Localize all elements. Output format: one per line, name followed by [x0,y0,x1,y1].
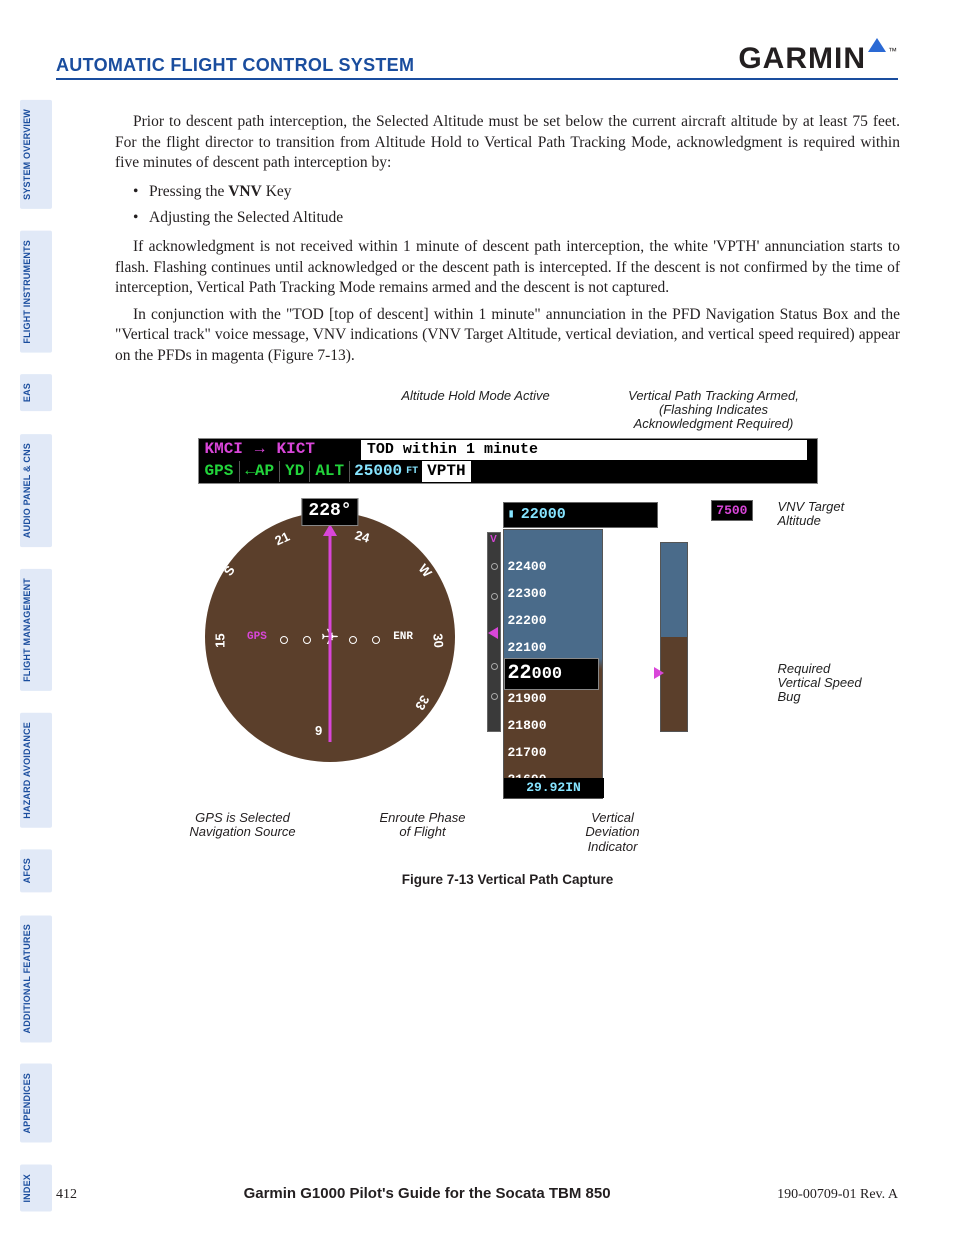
bullet-list: Pressing the VNV Key Adjusting the Selec… [149,182,900,229]
current-altitude-readout: 22000 [504,658,599,691]
logo-text: GARMIN [738,42,866,76]
cdi-dot [349,636,357,644]
garmin-logo: GARMIN ™ [738,42,898,76]
section-title: AUTOMATIC FLIGHT CONTROL SYSTEM [56,55,414,76]
page-footer: 412 Garmin G1000 Pilot's Guide for the S… [56,1185,898,1203]
hsi-instrument: 228° 21 24 W 30 33 S 15 9 GPS ENR ✈ [198,502,463,799]
page-number: 412 [56,1187,77,1203]
compass-15: 15 [212,633,229,647]
side-tabs: SYSTEM OVERVIEW FLIGHT INSTRUMENTS EAS A… [20,100,52,1211]
callout-alt-hold: Altitude Hold Mode Active [346,389,606,432]
hsi-enr-label: ENR [393,630,413,645]
footer-revision: 190-00709-01 Rev. A [777,1187,898,1203]
vdi-indicator: V [487,532,501,732]
vsi-mark: 4 [689,554,696,570]
ap-indicator: ←AP [239,461,280,482]
callout-vnv-target: VNV Target Altitude [778,500,868,529]
callout-gps-source: GPS is Selected Navigation Source [188,811,298,856]
vsi-indicator: 4 2 2 4 [660,512,700,762]
tape-tick: 22400 [508,558,547,575]
compass-24: 24 [353,526,371,546]
vdi-dot [491,693,498,700]
compass-9: 9 [315,722,322,739]
bullet-1-key: VNV [228,183,262,200]
tod-annunciation: TOD within 1 minute [361,440,807,460]
tab-afcs[interactable]: AFCS [20,849,52,892]
selected-altitude-value: 22000 [521,505,566,525]
baro-setting: 29.92IN [504,778,604,797]
content-column: Prior to descent path interception, the … [115,112,900,901]
tape-tick: 22200 [508,612,547,629]
paragraph-2: If acknowledgment is not received within… [115,237,900,299]
alt-mode-unit: FT [406,465,422,478]
tape-tick: 22100 [508,639,547,656]
callout-req-vs-bug: Required Vertical Speed Bug [778,662,868,705]
cdi-dot [303,636,311,644]
tab-flight-instruments[interactable]: FLIGHT INSTRUMENTS [20,231,52,353]
vpth-annunciation: VPTH [422,461,470,482]
cdi-dot [280,636,288,644]
callout-enroute: Enroute Phase of Flight [378,811,468,856]
compass-30: 30 [429,632,447,648]
logo-trademark: ™ [888,46,898,56]
vsi-mark: 2 [689,600,696,616]
alt-mode-value: 25000 [350,461,406,482]
vs-bug-icon [654,667,664,679]
tab-system-overview[interactable]: SYSTEM OVERVIEW [20,100,52,209]
tape-tick: 21800 [508,717,547,734]
page-header: AUTOMATIC FLIGHT CONTROL SYSTEM GARMIN ™ [56,42,898,80]
tape-tick: 22300 [508,585,547,602]
compass-s: S [220,562,239,579]
tab-index[interactable]: INDEX [20,1165,52,1212]
pfd-status-bar: KMCI → KICT TOD within 1 minute GPS ←AP … [198,438,818,484]
tape-tick: 21900 [508,690,547,707]
cdi-dot [372,636,380,644]
bullet-1-pre: Pressing the [149,183,228,200]
tab-flight-management[interactable]: FLIGHT MANAGEMENT [20,569,52,691]
tab-appendices[interactable]: APPENDICES [20,1064,52,1143]
yd-indicator: YD [280,461,310,482]
compass-w: W [414,560,435,581]
tab-additional-features[interactable]: ADDITIONAL FEATURES [20,915,52,1042]
selected-altitude-box: ▮ 22000 [503,502,658,528]
compass-33: 33 [411,692,433,713]
tab-audio-panel-cns[interactable]: AUDIO PANEL & CNS [20,434,52,547]
logo-triangle-icon [868,38,886,52]
compass-21: 21 [272,527,292,549]
vsi-mark: 4 [689,712,696,728]
tab-eas[interactable]: EAS [20,374,52,411]
vsi-mark: 2 [689,667,696,683]
nav-source-gps: GPS [199,461,240,482]
bullet-vnv-key: Pressing the VNV Key [149,182,900,203]
alt-readout-thousands: 22 [508,662,532,685]
alt-bug-icon: ▮ [508,507,515,523]
callout-vpth-armed: Vertical Path Tracking Armed, (Flashing … [614,389,814,432]
callout-vdi: Vertical Deviation Indicator [568,811,658,856]
vdi-dot [491,663,498,670]
vdi-diamond-icon [488,627,498,639]
route-arrow-icon: → [249,439,271,460]
vnv-target-box: 7500 [711,500,752,521]
tab-hazard-avoidance[interactable]: HAZARD AVOIDANCE [20,713,52,828]
route-origin: KMCI [199,439,249,460]
tape-tick: 21700 [508,744,547,761]
footer-title: Garmin G1000 Pilot's Guide for the Socat… [244,1185,611,1202]
paragraph-1: Prior to descent path interception, the … [115,112,900,174]
bullet-1-post: Key [262,183,292,200]
paragraph-3: In conjunction with the "TOD [top of des… [115,305,900,367]
hsi-gps-label: GPS [247,630,267,645]
figure-caption: Figure 7-13 Vertical Path Capture [198,871,818,889]
heading-readout: 228° [301,498,358,526]
alt-mode-label: ALT [310,461,350,482]
figure-7-13: Altitude Hold Mode Active Vertical Path … [198,389,818,890]
vdi-dot [491,593,498,600]
alt-readout-hundreds: 000 [532,665,563,684]
cdi-needle [329,532,332,742]
altitude-tape: 7500 VNV Target Altitude Required Vertic… [503,502,658,799]
route-dest: KICT [271,439,321,460]
bullet-adjust-altitude: Adjusting the Selected Altitude [149,208,900,229]
vdi-dot [491,563,498,570]
vdi-v-label: V [488,533,500,546]
